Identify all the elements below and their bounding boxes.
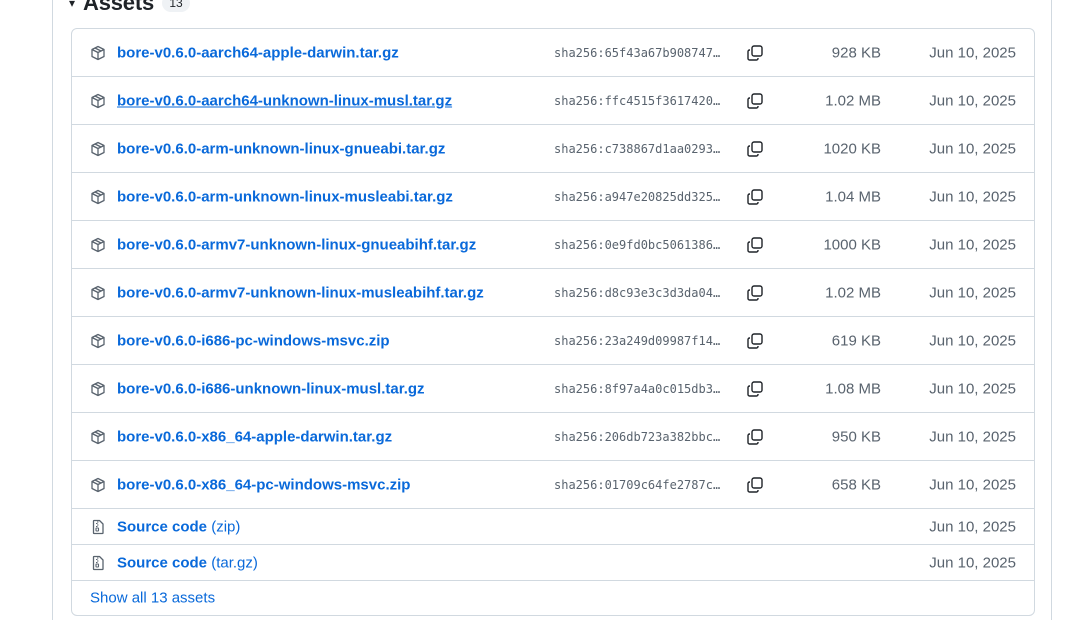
asset-size: 1000 KB: [823, 236, 881, 253]
asset-size: 1.02 MB: [825, 92, 881, 109]
asset-size: 1.02 MB: [825, 284, 881, 301]
copy-icon[interactable]: [745, 379, 765, 399]
asset-date: Jun 10, 2025: [929, 428, 1016, 445]
asset-link[interactable]: bore-v0.6.0-aarch64-apple-darwin.tar.gz: [117, 44, 399, 61]
asset-link[interactable]: bore-v0.6.0-armv7-unknown-linux-musleabi…: [117, 284, 484, 301]
assets-title: Assets: [83, 0, 154, 15]
copy-icon[interactable]: [745, 235, 765, 255]
source-code-targz-link[interactable]: Source code (tar.gz): [117, 554, 258, 571]
asset-sha: sha256:a947e20825dd325…: [554, 189, 721, 204]
asset-size: 950 KB: [831, 428, 881, 445]
asset-row: bore-v0.6.0-aarch64-apple-darwin.tar.gz …: [72, 29, 1034, 77]
copy-icon[interactable]: [745, 475, 765, 495]
package-icon: [90, 93, 106, 109]
assets-list: bore-v0.6.0-aarch64-apple-darwin.tar.gz …: [71, 28, 1035, 616]
asset-date: Jun 10, 2025: [929, 476, 1016, 493]
source-row: Source code (zip) Jun 10, 2025: [72, 509, 1034, 545]
asset-link[interactable]: bore-v0.6.0-x86_64-apple-darwin.tar.gz: [117, 428, 392, 445]
asset-sha: sha256:23a249d09987f14…: [554, 333, 721, 348]
source-suffix: (zip): [211, 518, 241, 535]
asset-row: bore-v0.6.0-armv7-unknown-linux-gnueabih…: [72, 221, 1034, 269]
asset-date: Jun 10, 2025: [929, 380, 1016, 397]
asset-size: 658 KB: [831, 476, 881, 493]
asset-sha: sha256:65f43a67b908747…: [554, 45, 721, 60]
asset-date: Jun 10, 2025: [929, 140, 1016, 157]
asset-date: Jun 10, 2025: [929, 518, 1016, 535]
source-code-zip-link[interactable]: Source code (zip): [117, 518, 240, 535]
asset-row: bore-v0.6.0-arm-unknown-linux-gnueabi.ta…: [72, 125, 1034, 173]
package-icon: [90, 45, 106, 61]
asset-date: Jun 10, 2025: [929, 554, 1016, 571]
package-icon: [90, 477, 106, 493]
asset-sha: sha256:d8c93e3c3d3da04…: [554, 285, 721, 300]
asset-sha: sha256:01709c64fe2787c…: [554, 477, 721, 492]
asset-size: 619 KB: [831, 332, 881, 349]
copy-icon[interactable]: [745, 283, 765, 303]
asset-row: bore-v0.6.0-i686-pc-windows-msvc.zip sha…: [72, 317, 1034, 365]
asset-row: bore-v0.6.0-arm-unknown-linux-musleabi.t…: [72, 173, 1034, 221]
asset-link[interactable]: bore-v0.6.0-i686-pc-windows-msvc.zip: [117, 332, 390, 349]
asset-sha: sha256:c738867d1aa0293…: [554, 141, 721, 156]
asset-size: 1020 KB: [823, 140, 881, 157]
asset-sha: sha256:206db723a382bbc…: [554, 429, 721, 444]
asset-link[interactable]: bore-v0.6.0-i686-unknown-linux-musl.tar.…: [117, 380, 425, 397]
package-icon: [90, 237, 106, 253]
asset-row: bore-v0.6.0-x86_64-pc-windows-msvc.zip s…: [72, 461, 1034, 509]
package-icon: [90, 381, 106, 397]
show-all-assets-link[interactable]: Show all 13 assets: [90, 590, 215, 607]
assets-count-badge: 13: [162, 0, 190, 12]
asset-row: bore-v0.6.0-i686-unknown-linux-musl.tar.…: [72, 365, 1034, 413]
copy-icon[interactable]: [745, 43, 765, 63]
source-row: Source code (tar.gz) Jun 10, 2025: [72, 545, 1034, 581]
asset-row: bore-v0.6.0-x86_64-apple-darwin.tar.gz s…: [72, 413, 1034, 461]
asset-date: Jun 10, 2025: [929, 92, 1016, 109]
triangle-down-icon: ▾: [69, 0, 76, 10]
copy-icon[interactable]: [745, 187, 765, 207]
asset-sha: sha256:8f97a4a0c015db3…: [554, 381, 721, 396]
asset-date: Jun 10, 2025: [929, 44, 1016, 61]
asset-link[interactable]: bore-v0.6.0-arm-unknown-linux-gnueabi.ta…: [117, 140, 445, 157]
asset-date: Jun 10, 2025: [929, 236, 1016, 253]
asset-row: bore-v0.6.0-aarch64-unknown-linux-musl.t…: [72, 77, 1034, 125]
package-icon: [90, 429, 106, 445]
source-suffix: (tar.gz): [211, 554, 258, 571]
asset-link[interactable]: bore-v0.6.0-x86_64-pc-windows-msvc.zip: [117, 476, 410, 493]
copy-icon[interactable]: [745, 139, 765, 159]
file-zip-icon: [90, 555, 106, 571]
asset-date: Jun 10, 2025: [929, 332, 1016, 349]
package-icon: [90, 189, 106, 205]
copy-icon[interactable]: [745, 331, 765, 351]
asset-row: bore-v0.6.0-armv7-unknown-linux-musleabi…: [72, 269, 1034, 317]
asset-size: 1.04 MB: [825, 188, 881, 205]
asset-size: 1.08 MB: [825, 380, 881, 397]
package-icon: [90, 333, 106, 349]
file-zip-icon: [90, 519, 106, 535]
asset-sha: sha256:0e9fd0bc5061386…: [554, 237, 721, 252]
asset-link[interactable]: bore-v0.6.0-aarch64-unknown-linux-musl.t…: [117, 92, 452, 109]
asset-date: Jun 10, 2025: [929, 284, 1016, 301]
copy-icon[interactable]: [745, 91, 765, 111]
release-page: ▾ Assets 13 bore-v0.6.0-aarch64-apple-da…: [52, 0, 1052, 620]
asset-date: Jun 10, 2025: [929, 188, 1016, 205]
package-icon: [90, 285, 106, 301]
package-icon: [90, 141, 106, 157]
asset-size: 928 KB: [831, 44, 881, 61]
copy-icon[interactable]: [745, 427, 765, 447]
asset-link[interactable]: bore-v0.6.0-arm-unknown-linux-musleabi.t…: [117, 188, 453, 205]
asset-sha: sha256:ffc4515f3617420…: [554, 93, 721, 108]
asset-link[interactable]: bore-v0.6.0-armv7-unknown-linux-gnueabih…: [117, 236, 476, 253]
show-all-row: Show all 13 assets: [72, 581, 1034, 615]
assets-header[interactable]: ▾ Assets 13: [69, 0, 190, 18]
source-label: Source code: [117, 554, 208, 571]
source-label: Source code: [117, 518, 208, 535]
